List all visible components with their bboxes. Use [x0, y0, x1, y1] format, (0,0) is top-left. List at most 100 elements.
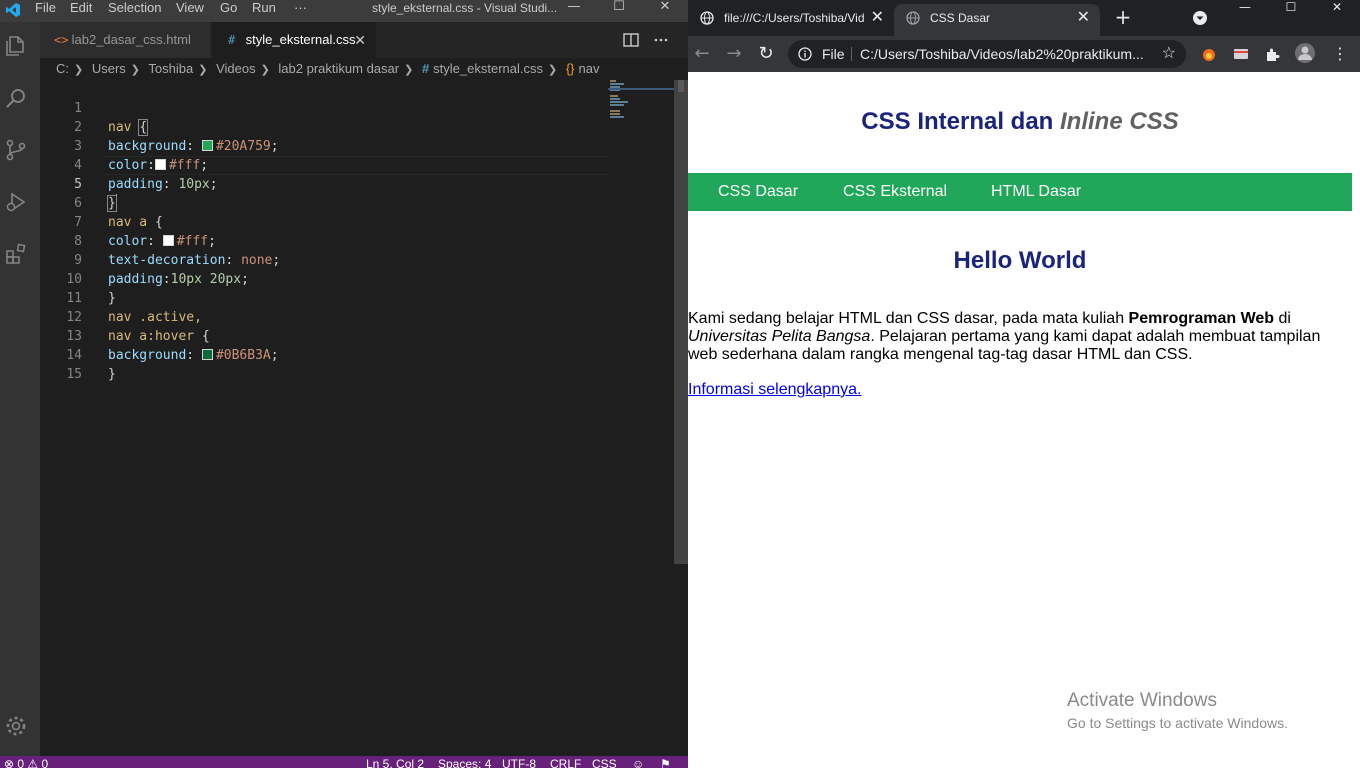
code-line: 12 nav a:hover {	[40, 289, 674, 344]
chevron-right-icon: ❯	[198, 64, 208, 76]
vscode-logo-icon	[6, 3, 20, 17]
code-line: 11 nav .active,	[40, 270, 674, 325]
problems-indicator[interactable]: ⊗ 0 ⚠ 0	[4, 756, 48, 768]
code-line: 14 }	[40, 327, 674, 382]
editor-scrollbar[interactable]	[674, 80, 688, 564]
tab-lab2-dasar-css-html[interactable]: <> lab2_dasar_css.html	[40, 22, 210, 58]
search-icon[interactable]	[4, 86, 28, 110]
menu-edit[interactable]: Edit	[70, 0, 92, 22]
extensions-puzzle-icon[interactable]	[1264, 45, 1282, 63]
menu-view[interactable]: View	[176, 0, 204, 22]
nav-link-css-dasar[interactable]: CSS Dasar	[718, 173, 798, 211]
chrome-window: file:///C:/Users/Toshiba/Vid ✕ CSS Dasar…	[688, 0, 1360, 768]
forward-button[interactable]: →	[722, 42, 746, 66]
minimap[interactable]	[608, 80, 674, 756]
explorer-icon[interactable]	[4, 34, 28, 58]
back-button[interactable]: ←	[690, 42, 714, 66]
reload-button[interactable]: ↻	[754, 42, 778, 66]
url-text[interactable]: C:/Users/Toshiba/Videos/lab2%20praktikum…	[860, 40, 1144, 68]
close-window-icon[interactable]: ✕	[1314, 0, 1360, 18]
browser-tab-file[interactable]: file:///C:/Users/Toshiba/Vid ✕	[688, 4, 894, 36]
chevron-right-icon: ❯	[130, 64, 141, 76]
tab-style-eksternal-css[interactable]: # style_eksternal.css ✕	[212, 22, 376, 58]
more-info-link[interactable]: Informasi selengkapnya.	[688, 381, 861, 399]
nav-link-css-eksternal[interactable]: CSS Eksternal	[843, 173, 947, 211]
breadcrumb-item[interactable]: Toshiba	[148, 61, 193, 76]
menu-file[interactable]: File	[35, 0, 56, 22]
cursor-position[interactable]: Ln 5, Col 2	[366, 756, 424, 768]
nav-link-html-dasar[interactable]: HTML Dasar	[991, 173, 1081, 211]
more-actions-icon[interactable]	[652, 31, 670, 49]
tab-search-icon[interactable]	[1192, 10, 1208, 26]
tab-label: lab2_dasar_css.html	[71, 32, 191, 47]
status-bar: ⊗ 0 ⚠ 0 Ln 5, Col 2 Spaces: 4 UTF-8 CRLF…	[0, 756, 688, 768]
new-tab-button[interactable]: +	[1114, 6, 1132, 28]
page-heading-text: CSS Internal dan	[861, 108, 1060, 135]
code-line: 10 }	[40, 251, 674, 306]
page-heading: CSS Internal dan Inline CSS	[688, 108, 1352, 136]
menu-go[interactable]: Go	[220, 0, 237, 22]
breadcrumb-item[interactable]: C:	[56, 61, 69, 76]
extensions-icon[interactable]	[4, 242, 28, 266]
code-line: 4 padding: 10px;	[40, 137, 674, 192]
close-window-icon[interactable]: ✕	[653, 0, 677, 16]
notifications-bell-icon[interactable]: ⚑	[660, 756, 671, 768]
hello-heading: Hello World	[953, 247, 1087, 274]
minimize-icon[interactable]: —	[1222, 0, 1268, 18]
info-icon[interactable]	[798, 47, 812, 61]
address-bar[interactable]: File C:/Users/Toshiba/Videos/lab2%20prak…	[788, 40, 1186, 68]
language-mode[interactable]: CSS	[592, 756, 617, 768]
breadcrumb: C: ❯ Users ❯ Toshiba ❯ Videos ❯ lab2 praktik…	[40, 58, 688, 80]
paragraph-text: di	[1274, 310, 1291, 327]
desktop: File Edit Selection View Go Run ··· styl…	[0, 0, 1360, 768]
code-line: 8 text-decoration: none;	[40, 213, 674, 268]
breadcrumb-item[interactable]: lab2 praktikum dasar	[278, 61, 399, 76]
indentation[interactable]: Spaces: 4	[438, 756, 491, 768]
activate-windows-watermark: Activate Windows Go to Settings to activ…	[1067, 689, 1288, 733]
css-file-icon: #	[421, 61, 430, 76]
symbol-icon: {}	[565, 61, 575, 76]
browser-tab-strip: file:///C:/Users/Toshiba/Vid ✕ CSS Dasar…	[688, 0, 1360, 36]
breadcrumb-item[interactable]: Videos	[216, 61, 256, 76]
avatar[interactable]	[1294, 42, 1316, 64]
extension-card-icon[interactable]	[1232, 45, 1250, 63]
minimize-icon[interactable]: —	[562, 0, 586, 16]
line-ending[interactable]: CRLF	[550, 756, 581, 768]
code-line: 1 nav {	[40, 80, 674, 136]
page-nav: CSS Dasar CSS Eksternal HTML Dasar	[688, 173, 1352, 211]
scrollbar-thumb[interactable]	[678, 80, 684, 92]
breadcrumb-item[interactable]: Users	[92, 61, 126, 76]
encoding[interactable]: UTF-8	[502, 756, 536, 768]
breadcrumb-item[interactable]: style_eksternal.css	[433, 61, 543, 76]
bookmark-star-icon[interactable]: ☆	[1162, 40, 1176, 68]
maximize-icon[interactable]: ☐	[1268, 0, 1314, 18]
menu-selection[interactable]: Selection	[108, 0, 161, 22]
chrome-menu-icon[interactable]: ⋮	[1328, 42, 1352, 66]
menu-more[interactable]: ···	[294, 0, 307, 22]
close-tab-icon[interactable]: ✕	[871, 4, 884, 32]
menu-run[interactable]: Run	[252, 0, 276, 22]
code-editor[interactable]: 1 nav { 2 background: #20A759; 3 color: #…	[40, 80, 674, 756]
chevron-right-icon: ❯	[260, 64, 270, 76]
close-tab-icon[interactable]: ✕	[354, 22, 366, 58]
split-editor-icon[interactable]	[622, 31, 640, 49]
paragraph-text: Kami sedang belajar HTML dan CSS dasar, …	[688, 310, 1129, 327]
browser-tab-css-dasar[interactable]: CSS Dasar ✕	[894, 4, 1100, 36]
page-heading-emphasis: Inline CSS	[1060, 108, 1179, 135]
feedback-icon[interactable]: ☺	[632, 756, 644, 768]
brace: }	[108, 367, 116, 382]
vscode-titlebar: File Edit Selection View Go Run ··· styl…	[0, 0, 688, 22]
extension-fire-icon[interactable]	[1200, 45, 1218, 63]
paragraph-italic: Universitas Pelita Bangsa	[688, 328, 871, 345]
page-viewport: CSS Internal dan Inline CSS CSS Dasar CS…	[688, 72, 1360, 768]
close-tab-icon[interactable]: ✕	[1077, 4, 1090, 32]
divider	[851, 47, 852, 61]
source-control-icon[interactable]	[4, 138, 28, 162]
breadcrumb-item[interactable]: nav	[579, 61, 600, 76]
code-line: 7 color: #fff;	[40, 194, 674, 249]
browser-toolbar: ← → ↻ File C:/Users/Toshiba/Videos/lab2%…	[688, 36, 1360, 72]
settings-gear-icon[interactable]	[4, 714, 28, 738]
run-debug-icon[interactable]	[4, 190, 28, 214]
paragraph-bold: Pemrograman Web	[1128, 310, 1275, 327]
maximize-icon[interactable]: ☐	[607, 0, 631, 16]
